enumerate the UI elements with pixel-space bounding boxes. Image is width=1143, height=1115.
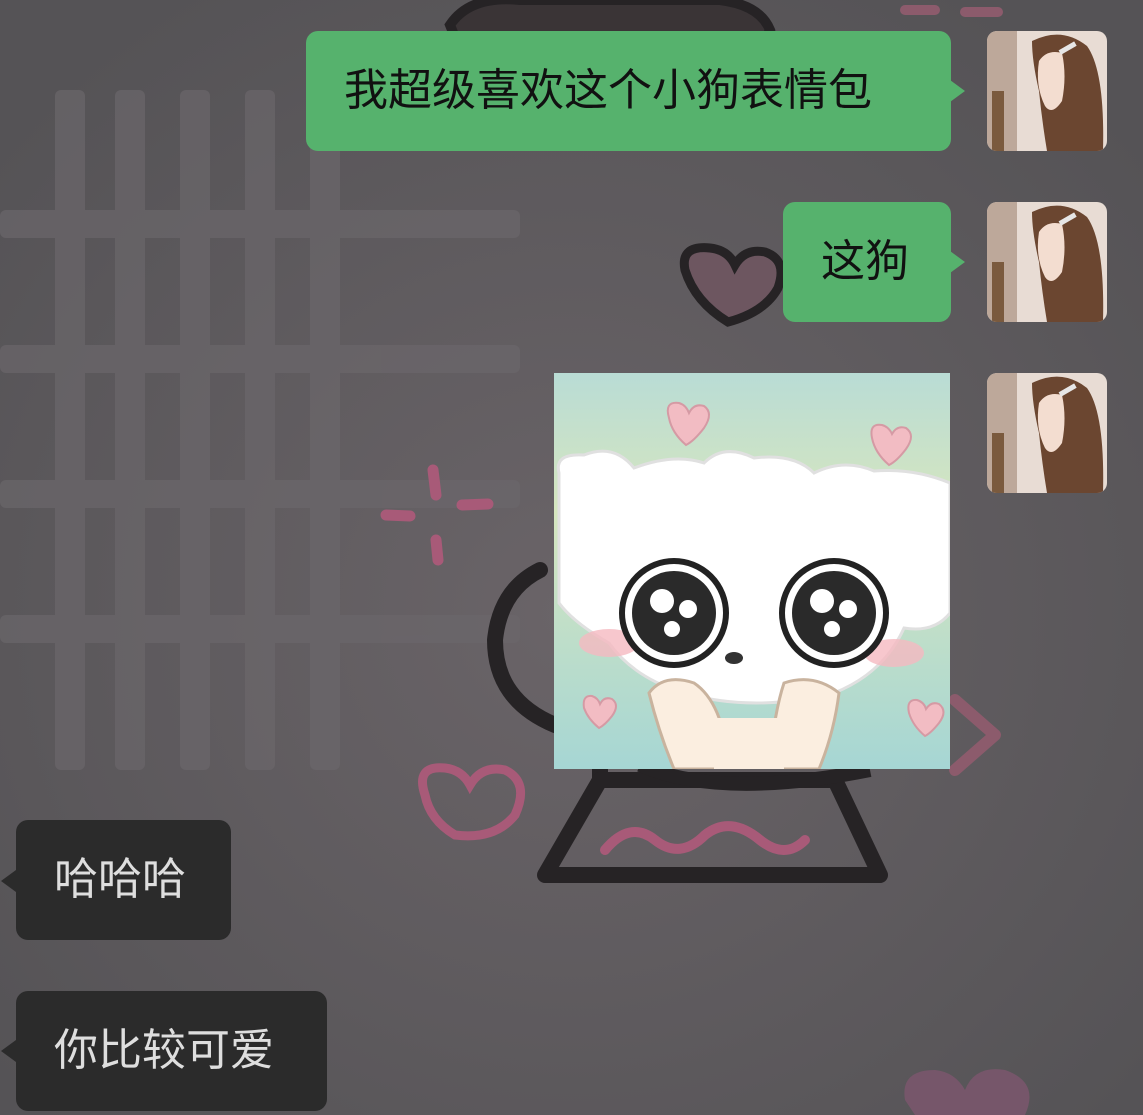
- message-text: 你比较可爱: [54, 1025, 274, 1076]
- crying-puppy-sticker-icon: [554, 373, 950, 769]
- avatar[interactable]: [987, 202, 1107, 322]
- bubble-tail: [1, 870, 16, 892]
- avatar[interactable]: [987, 31, 1107, 151]
- message-bubble[interactable]: 哈哈哈: [16, 820, 231, 940]
- message-bubble[interactable]: 你比较可爱: [16, 991, 327, 1111]
- bubble-tail: [1, 1040, 16, 1062]
- message-text: 我超级喜欢这个小狗表情包: [344, 65, 872, 116]
- bubble-tail: [950, 251, 965, 273]
- girl-avatar-icon: [987, 202, 1107, 322]
- message-text: 哈哈哈: [54, 854, 186, 905]
- girl-avatar-icon: [987, 373, 1107, 493]
- avatar[interactable]: [987, 373, 1107, 493]
- message-bubble[interactable]: 我超级喜欢这个小狗表情包: [306, 31, 951, 151]
- bubble-tail: [950, 80, 965, 102]
- sticker-message[interactable]: [554, 373, 950, 769]
- girl-avatar-icon: [987, 31, 1107, 151]
- message-bubble[interactable]: 这狗: [783, 202, 951, 322]
- message-text: 这狗: [821, 236, 909, 287]
